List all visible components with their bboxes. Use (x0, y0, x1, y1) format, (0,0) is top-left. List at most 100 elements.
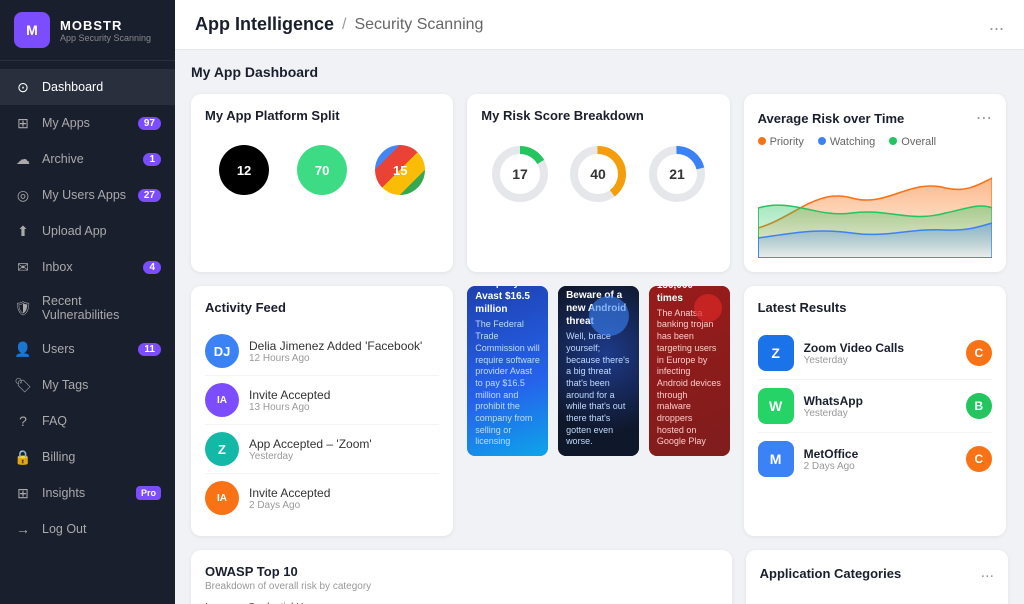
platform-icons: 12 70 15 (205, 135, 439, 205)
activity-text: Invite Accepted (249, 388, 330, 402)
dashboard-icon: ⊙ (14, 78, 32, 96)
archive-icon: ☁ (14, 150, 32, 168)
risk-donut-1: 17 (489, 143, 551, 205)
app-categories-card: Application Categories ... (746, 550, 1008, 604)
logout-icon: → (14, 520, 32, 538)
sidebar-label-upload-app: Upload App (42, 224, 161, 238)
sidebar-item-users[interactable]: 👤Users11 (0, 331, 175, 367)
chart-legend: Priority Watching Overall (758, 136, 992, 148)
activity-time: 13 Hours Ago (249, 402, 330, 413)
owasp-title: OWASP Top 10 (205, 564, 718, 579)
dashboard-heading: My App Dashboard (191, 64, 1008, 80)
activity-text: Invite Accepted (249, 486, 330, 500)
brand-title: MOBSTR (60, 18, 151, 33)
sidebar-item-faq[interactable]: ? FAQ (0, 403, 175, 439)
sidebar-item-upload-app[interactable]: ⬆ Upload App (0, 213, 175, 249)
activity-item: IA Invite Accepted 2 Days Ago (205, 474, 439, 522)
app-categories-title: Application Categories (760, 566, 902, 581)
sidebar-item-insights[interactable]: ⊞InsightsPro (0, 475, 175, 511)
sidebar-label-logout: Log Out (42, 522, 161, 536)
result-name-metoffice: MetOffice (804, 447, 956, 461)
avatar: DJ (205, 334, 239, 368)
bottom-row: OWASP Top 10 Breakdown of overall risk b… (191, 550, 1008, 604)
middle-row: Activity Feed DJ Delia Jimenez Added 'Fa… (191, 286, 1008, 536)
result-item-whatsapp: W WhatsApp Yesterday B (758, 380, 992, 433)
my-tags-icon: 🏷 (14, 376, 32, 394)
page-subtitle: Security Scanning (354, 16, 483, 34)
svg-text:40: 40 (591, 166, 607, 182)
grade-badge-whatsapp: B (966, 393, 992, 419)
nav-items: ⊙Dashboard⊞My Apps97☁Archive1◎My Users A… (0, 61, 175, 604)
top-cards-row: My App Platform Split 12 70 15 My Risk S… (191, 94, 1008, 272)
sidebar-item-billing[interactable]: 🔒 Billing (0, 439, 175, 475)
activity-item: DJ Delia Jimenez Added 'Facebook' 12 Hou… (205, 327, 439, 376)
chrome-icon: 15 (375, 145, 425, 195)
avatar: IA (205, 383, 239, 417)
topbar: App Intelligence / Security Scanning ... (175, 0, 1024, 50)
news-title-1: FTC fines cybersecurity company Avast $1… (475, 286, 540, 316)
activity-time: 12 Hours Ago (249, 353, 422, 364)
result-time-zoom: Yesterday (804, 355, 956, 366)
inbox-icon: ✉ (14, 258, 32, 276)
sidebar-label-insights: Insights (42, 486, 126, 500)
result-item-metoffice: M MetOffice 2 Days Ago C (758, 433, 992, 485)
sidebar-label-my-apps: My Apps (42, 116, 128, 130)
risk-score-card: My Risk Score Breakdown 17 40 (467, 94, 729, 272)
main-content: App Intelligence / Security Scanning ...… (175, 0, 1024, 604)
billing-icon: 🔒 (14, 448, 32, 466)
activity-item: Z App Accepted – 'Zoom' Yesterday (205, 425, 439, 474)
latest-results-title: Latest Results (758, 300, 992, 315)
news-body-3: The Anatsa banking trojan has been targe… (657, 308, 722, 448)
news-section: Today · 12:25 FTC fines cybersecurity co… (467, 286, 729, 536)
sidebar-item-recent-vulns[interactable]: 🛡 Recent Vulnerabilities (0, 285, 175, 331)
categories-options[interactable]: ... (981, 564, 994, 582)
pie-chart (760, 590, 994, 604)
sidebar-label-archive: Archive (42, 152, 133, 166)
sidebar-item-dashboard[interactable]: ⊙Dashboard (0, 69, 175, 105)
android-icon: 70 (297, 145, 347, 195)
sidebar-item-inbox[interactable]: ✉Inbox4 (0, 249, 175, 285)
recent-vulns-icon: 🛡 (14, 299, 32, 317)
sidebar-item-my-apps[interactable]: ⊞My Apps97 (0, 105, 175, 141)
legend-watching: Watching (818, 136, 875, 148)
sidebar-item-archive[interactable]: ☁ Archive 1 (0, 141, 175, 177)
sidebar-item-my-tags[interactable]: 🏷My Tags (0, 367, 175, 403)
legend-priority: Priority (758, 136, 804, 148)
risk-score-1: 17 (489, 143, 551, 208)
sidebar-label-faq: FAQ (42, 414, 161, 428)
results-list: Z Zoom Video Calls Yesterday C W WhatsAp… (758, 327, 992, 485)
risk-donut-3: 21 (646, 143, 708, 205)
sidebar-label-billing: Billing (42, 450, 161, 464)
breadcrumb-sep: / (342, 16, 346, 34)
svg-text:17: 17 (513, 166, 529, 182)
activity-time: 2 Days Ago (249, 500, 330, 511)
activity-feed-card: Activity Feed DJ Delia Jimenez Added 'Fa… (191, 286, 453, 536)
more-options-button[interactable]: ... (989, 14, 1004, 35)
activity-text: App Accepted – 'Zoom' (249, 437, 372, 451)
activity-item: IA Invite Accepted 13 Hours Ago (205, 376, 439, 425)
legend-overall: Overall (889, 136, 936, 148)
sidebar-item-my-users-apps[interactable]: ◎My Users Apps27 (0, 177, 175, 213)
result-time-whatsapp: Yesterday (804, 408, 956, 419)
badge-my-apps: 97 (138, 117, 161, 130)
avg-risk-options[interactable]: ⋯ (976, 108, 992, 128)
logo-icon: M (14, 12, 50, 48)
sidebar-label-my-users-apps: My Users Apps (42, 188, 128, 202)
activity-time: Yesterday (249, 451, 372, 462)
faq-icon: ? (14, 412, 32, 430)
sidebar-label-inbox: Inbox (42, 260, 133, 274)
chart-area (758, 158, 992, 258)
badge-users: 11 (138, 343, 161, 356)
zoom-logo: Z (758, 335, 794, 371)
upload-app-icon: ⬆ (14, 222, 32, 240)
result-time-metoffice: 2 Days Ago (804, 461, 956, 472)
svg-text:21: 21 (669, 166, 685, 182)
risk-score-3: 21 (646, 143, 708, 208)
risk-score-2: 40 (567, 143, 629, 208)
sidebar-label-recent-vulns: Recent Vulnerabilities (42, 294, 161, 322)
grade-badge-zoom: C (966, 340, 992, 366)
news-grid: Today · 12:25 FTC fines cybersecurity co… (467, 286, 729, 456)
content-area: My App Dashboard My App Platform Split 1… (175, 50, 1024, 604)
sidebar-item-logout[interactable]: → Log Out (0, 511, 175, 547)
badge-archive: 1 (143, 153, 161, 166)
